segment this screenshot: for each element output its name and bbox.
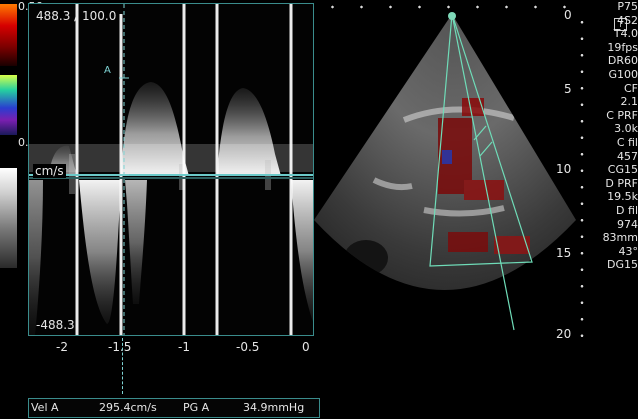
grayscale-map xyxy=(0,168,17,268)
param: 457 xyxy=(617,149,638,163)
doppler-spectrum xyxy=(29,4,313,335)
velocity-scale-bottom: -488.3 xyxy=(36,318,75,332)
param: 19fps xyxy=(607,40,638,54)
param: DG15 xyxy=(607,258,638,272)
time-tick: -1 xyxy=(178,340,190,354)
depth-mark: 0 xyxy=(564,8,572,22)
vel-label: Vel A xyxy=(31,401,59,414)
param: 43° xyxy=(618,244,638,258)
param: CF xyxy=(623,81,638,95)
acquisition-parameters: P75 4S2 T4.0 19fps DR60 G100 CF 2.1 C PR… xyxy=(590,0,638,272)
param: C fil xyxy=(616,135,638,149)
depth-ticks xyxy=(580,14,584,344)
flow-envelope-neg-2 xyxy=(291,180,313,322)
velocity-scale-top: 488.3 / 100.0 xyxy=(36,9,117,23)
cursor-a-label: A xyxy=(104,65,111,76)
flow-envelope-neg-1 xyxy=(75,180,121,324)
dark-cavity xyxy=(344,240,388,276)
param: T4.0 xyxy=(613,27,638,41)
measurement-results: Vel A 295.4cm/s PG A 34.9mmHg xyxy=(28,398,320,418)
depth-scale: 0 5 10 15 20 xyxy=(552,0,582,350)
caliper-cursor-extension xyxy=(122,338,123,394)
param: 19.5k xyxy=(607,190,638,204)
color-flow-map-variance xyxy=(0,75,17,135)
param: G100 xyxy=(608,67,638,81)
param: D fil xyxy=(616,203,638,217)
depth-mark: 20 xyxy=(556,327,572,341)
pg-value: 34.9mmHg xyxy=(243,401,305,414)
time-axis: -2 -1.5 -1 -0.5 0 xyxy=(28,337,318,359)
vel-value: 295.4cm/s xyxy=(99,401,157,414)
pg-label: PG A xyxy=(183,401,210,414)
param: D PRF xyxy=(605,176,638,190)
param: C PRF xyxy=(606,108,638,122)
depth-mark: 10 xyxy=(556,162,572,176)
time-tick: -2 xyxy=(56,340,68,354)
param: DR60 xyxy=(607,54,638,68)
depth-mark: 5 xyxy=(564,82,572,96)
lateral-ruler xyxy=(318,5,570,9)
color-flow-map-top xyxy=(0,4,17,66)
param: 2.1 xyxy=(620,95,638,109)
param: P75 xyxy=(617,0,638,13)
time-tick: -0.5 xyxy=(236,340,260,354)
param: 3.0k xyxy=(614,122,638,136)
velocity-unit-label: cm/s xyxy=(33,164,66,178)
param: 83mm xyxy=(602,231,638,245)
depth-mark: 15 xyxy=(556,246,572,260)
time-tick: -1.5 xyxy=(108,340,132,354)
time-tick: 0 xyxy=(302,340,310,354)
bmode-sector-image[interactable] xyxy=(314,0,576,350)
param: CG15 xyxy=(607,163,638,177)
param: 974 xyxy=(617,217,638,231)
focus-marker-icon xyxy=(448,12,456,20)
spectral-doppler-panel[interactable] xyxy=(28,3,314,336)
param: 4S2 xyxy=(617,13,638,27)
